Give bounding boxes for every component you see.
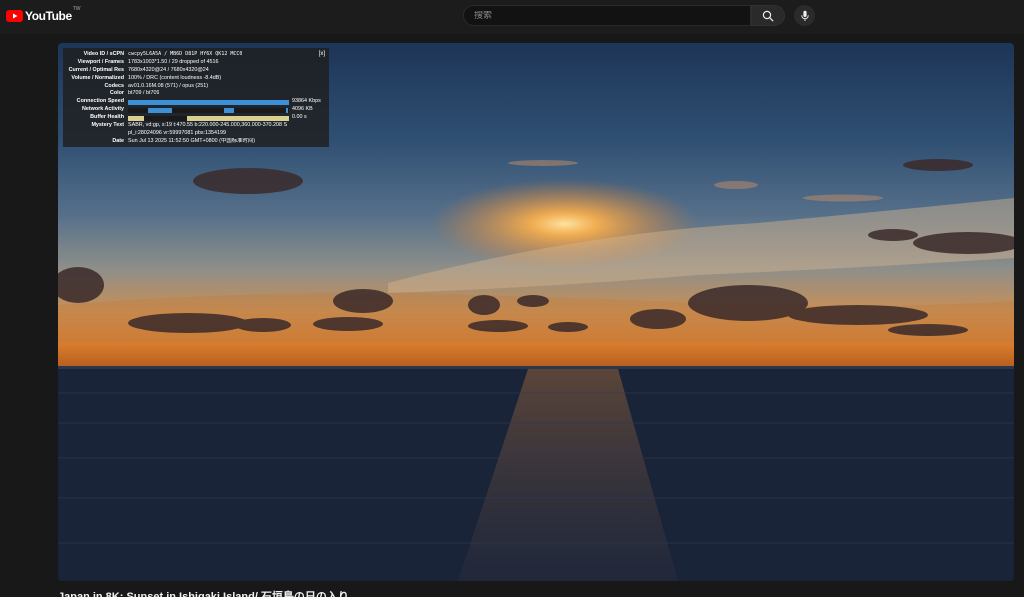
stats-for-nerds-panel: [x] Video ID / sCPN cwcpy5L6A5A / MB6D D… bbox=[63, 48, 329, 147]
stats-label: Current / Optimal Res bbox=[68, 66, 124, 73]
buffer-health-row: Buffer Health 0.00 s bbox=[63, 114, 325, 122]
logo-text: YouTube bbox=[25, 9, 72, 23]
stats-value: 7680x4320@24 / 7680x4320@24 bbox=[128, 66, 209, 73]
stats-row: Color bt709 / bt709 bbox=[63, 90, 325, 98]
network-spike bbox=[148, 107, 172, 113]
voice-search-button[interactable] bbox=[794, 5, 815, 26]
youtube-logo-icon bbox=[6, 10, 23, 22]
stats-row: Viewport / Frames 1783x1003*1.50 / 29 dr… bbox=[63, 59, 325, 67]
stats-value: av01.0.16M.08 (571) / opus (251) bbox=[128, 82, 209, 89]
video-title: Japan in 8K: Sunset in Ishigaki Island/ … bbox=[58, 591, 349, 597]
stats-label: Color bbox=[109, 90, 124, 97]
network-activity-row: Network Activity 4096 KB bbox=[63, 106, 325, 114]
network-activity-value: 4096 KB bbox=[292, 106, 313, 113]
search-button[interactable] bbox=[751, 5, 785, 26]
stats-row: Video ID / sCPN cwcpy5L6A5A / MB6D D81P … bbox=[63, 51, 325, 59]
buffer-health-value: 0.00 s bbox=[292, 114, 307, 121]
stats-label: Codecs bbox=[104, 82, 124, 89]
stats-row: Current / Optimal Res 7680x4320@24 / 768… bbox=[63, 67, 325, 75]
buffer-health-graph: 0.00 s bbox=[128, 114, 307, 121]
top-bar: YouTube TW bbox=[0, 0, 1024, 34]
video-player[interactable]: [x] Video ID / sCPN cwcpy5L6A5A / MB6D D… bbox=[58, 43, 1014, 581]
mystery-text-row-2: pl_i:28024096 vr:59997081 pbs:1354199 bbox=[63, 130, 325, 138]
stats-value: Sun Jul 13 2025 11:52:50 GMT+0800 (中国标准时… bbox=[128, 137, 256, 144]
stats-label: Mystery Text bbox=[91, 122, 124, 129]
network-activity-graph: 4096 KB bbox=[128, 106, 313, 113]
connection-speed-value: 93864 Kbps bbox=[292, 98, 321, 105]
date-row: Date Sun Jul 13 2025 11:52:50 GMT+0800 (… bbox=[63, 138, 325, 146]
stats-row: Volume / Normalized 100% / DRC (content … bbox=[63, 75, 325, 83]
stats-label: Network Activity bbox=[81, 106, 124, 113]
stats-value: 100% / DRC (content loudness -8.4dB) bbox=[128, 74, 222, 81]
stats-value: cwcpy5L6A5A / MB6D D81P HY6X QK12 MCC0 bbox=[128, 51, 243, 57]
stats-label: Volume / Normalized bbox=[71, 74, 124, 81]
stats-label: Video ID / sCPN bbox=[83, 51, 124, 57]
search-box[interactable] bbox=[463, 5, 751, 26]
stats-value: SABR, vd:gp, s:19 t:470.55 b:220.000-245… bbox=[128, 122, 288, 129]
stats-label: Connection Speed bbox=[76, 98, 124, 105]
mystery-text-row: Mystery Text SABR, vd:gp, s:19 t:470.55 … bbox=[63, 122, 325, 130]
network-spike bbox=[286, 107, 288, 113]
youtube-logo[interactable]: YouTube TW bbox=[6, 6, 81, 23]
connection-speed-graph: 93864 Kbps bbox=[128, 98, 321, 105]
network-spike bbox=[224, 107, 234, 113]
stats-value: bt709 / bt709 bbox=[128, 90, 160, 97]
stats-label: Date bbox=[112, 137, 124, 144]
stats-value: 1783x1003*1.50 / 29 dropped of 4516 bbox=[128, 58, 219, 65]
stats-value: pl_i:28024096 vr:59997081 pbs:1354199 bbox=[128, 129, 227, 136]
stats-row: Codecs av01.0.16M.08 (571) / opus (251) bbox=[63, 83, 325, 91]
search-input[interactable] bbox=[474, 10, 750, 21]
microphone-icon bbox=[800, 10, 809, 21]
connection-speed-row: Connection Speed 93864 Kbps bbox=[63, 98, 325, 106]
logo-region-code: TW bbox=[72, 6, 81, 12]
buffer-health-fill bbox=[144, 115, 188, 121]
connection-speed-fill bbox=[128, 99, 289, 105]
search-icon bbox=[762, 10, 774, 21]
stats-label: Viewport / Frames bbox=[77, 58, 124, 65]
stats-label: Buffer Health bbox=[90, 114, 124, 121]
stats-close-button[interactable]: [x] bbox=[319, 51, 325, 59]
